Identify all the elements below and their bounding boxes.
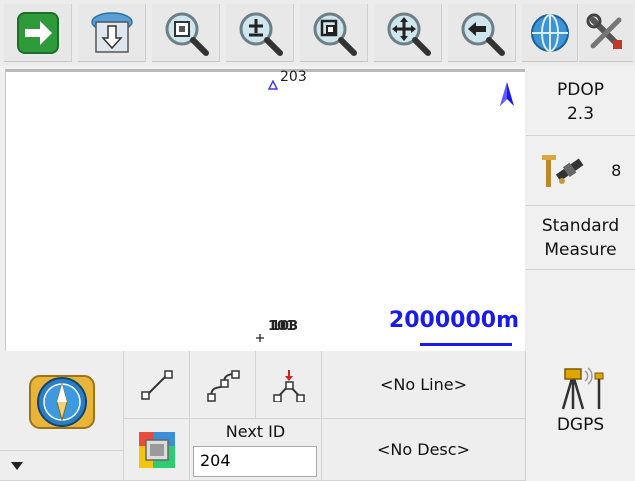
- insert-vertex-icon: [272, 369, 305, 402]
- compass-icon: [28, 374, 95, 429]
- satellite-count: 8: [611, 161, 622, 180]
- import-button[interactable]: [78, 4, 146, 62]
- zoom-previous-button[interactable]: [448, 4, 516, 62]
- layers-button[interactable]: [124, 419, 190, 481]
- pan-button[interactable]: [374, 4, 442, 62]
- description-selector[interactable]: <No Desc>: [322, 419, 526, 481]
- import-down-icon: [90, 11, 133, 53]
- line-selector-label: <No Line>: [380, 375, 467, 394]
- satellite-status[interactable]: 8: [526, 136, 635, 206]
- map-view[interactable]: 203 101 103 2000000m: [5, 69, 525, 351]
- top-toolbar: [0, 0, 635, 66]
- gps-receiver-icon: [561, 367, 603, 410]
- pdop-title: PDOP: [557, 80, 604, 100]
- zoom-in-out-icon: [239, 12, 283, 56]
- draw-polyline-button[interactable]: [190, 351, 256, 419]
- gps-mode-label: DGPS: [556, 415, 605, 435]
- status-side-panel: PDOP 2.3 8 Standard Measure DGPS: [526, 69, 635, 481]
- measure-mode-button[interactable]: Standard Measure: [526, 206, 635, 270]
- pdop-value: 2.3: [566, 104, 595, 124]
- line-segment-icon: [140, 369, 173, 400]
- point-cross-icon: [256, 334, 264, 342]
- next-arrow-icon: [16, 11, 59, 54]
- zoom-in-out-button[interactable]: [226, 4, 294, 62]
- satellite-icon: [541, 154, 584, 187]
- zoom-previous-icon: [461, 12, 505, 56]
- point-label-203: 203: [280, 69, 307, 85]
- side-empty-area: [526, 270, 635, 355]
- north-arrow-icon: [500, 82, 514, 106]
- next-id-input[interactable]: 204: [193, 446, 317, 477]
- zoom-window-button[interactable]: [300, 4, 368, 62]
- globe-button[interactable]: [522, 4, 578, 62]
- pan-icon: [387, 12, 431, 56]
- point-label-103: 103: [271, 319, 299, 334]
- compass-button[interactable]: [0, 351, 124, 451]
- line-selector[interactable]: <No Line>: [322, 351, 526, 419]
- draw-line-button[interactable]: [124, 351, 190, 419]
- scale-label: 2000000m: [388, 308, 519, 333]
- next-button[interactable]: [4, 4, 72, 62]
- settings-button[interactable]: [579, 4, 633, 62]
- zoom-extents-icon: [165, 12, 209, 56]
- insert-vertex-button[interactable]: [256, 351, 322, 419]
- zoom-extents-button[interactable]: [152, 4, 220, 62]
- point-triangle-icon: [268, 80, 278, 90]
- next-id-label: Next ID: [225, 422, 286, 441]
- polyline-icon: [206, 369, 240, 402]
- chevron-down-icon: [11, 461, 23, 470]
- scale-bar: [420, 343, 512, 346]
- measure-mode-line1: Standard: [541, 215, 620, 236]
- zoom-window-icon: [313, 12, 357, 56]
- description-label: <No Desc>: [377, 440, 470, 459]
- settings-tools-icon: [586, 13, 622, 49]
- globe-icon: [530, 13, 569, 52]
- expand-dropdown-button[interactable]: [0, 451, 124, 481]
- measure-mode-line2: Measure: [544, 239, 617, 260]
- pdop-display[interactable]: PDOP 2.3: [526, 69, 635, 136]
- gps-mode-button[interactable]: DGPS: [526, 355, 635, 481]
- layers-icon: [138, 431, 175, 468]
